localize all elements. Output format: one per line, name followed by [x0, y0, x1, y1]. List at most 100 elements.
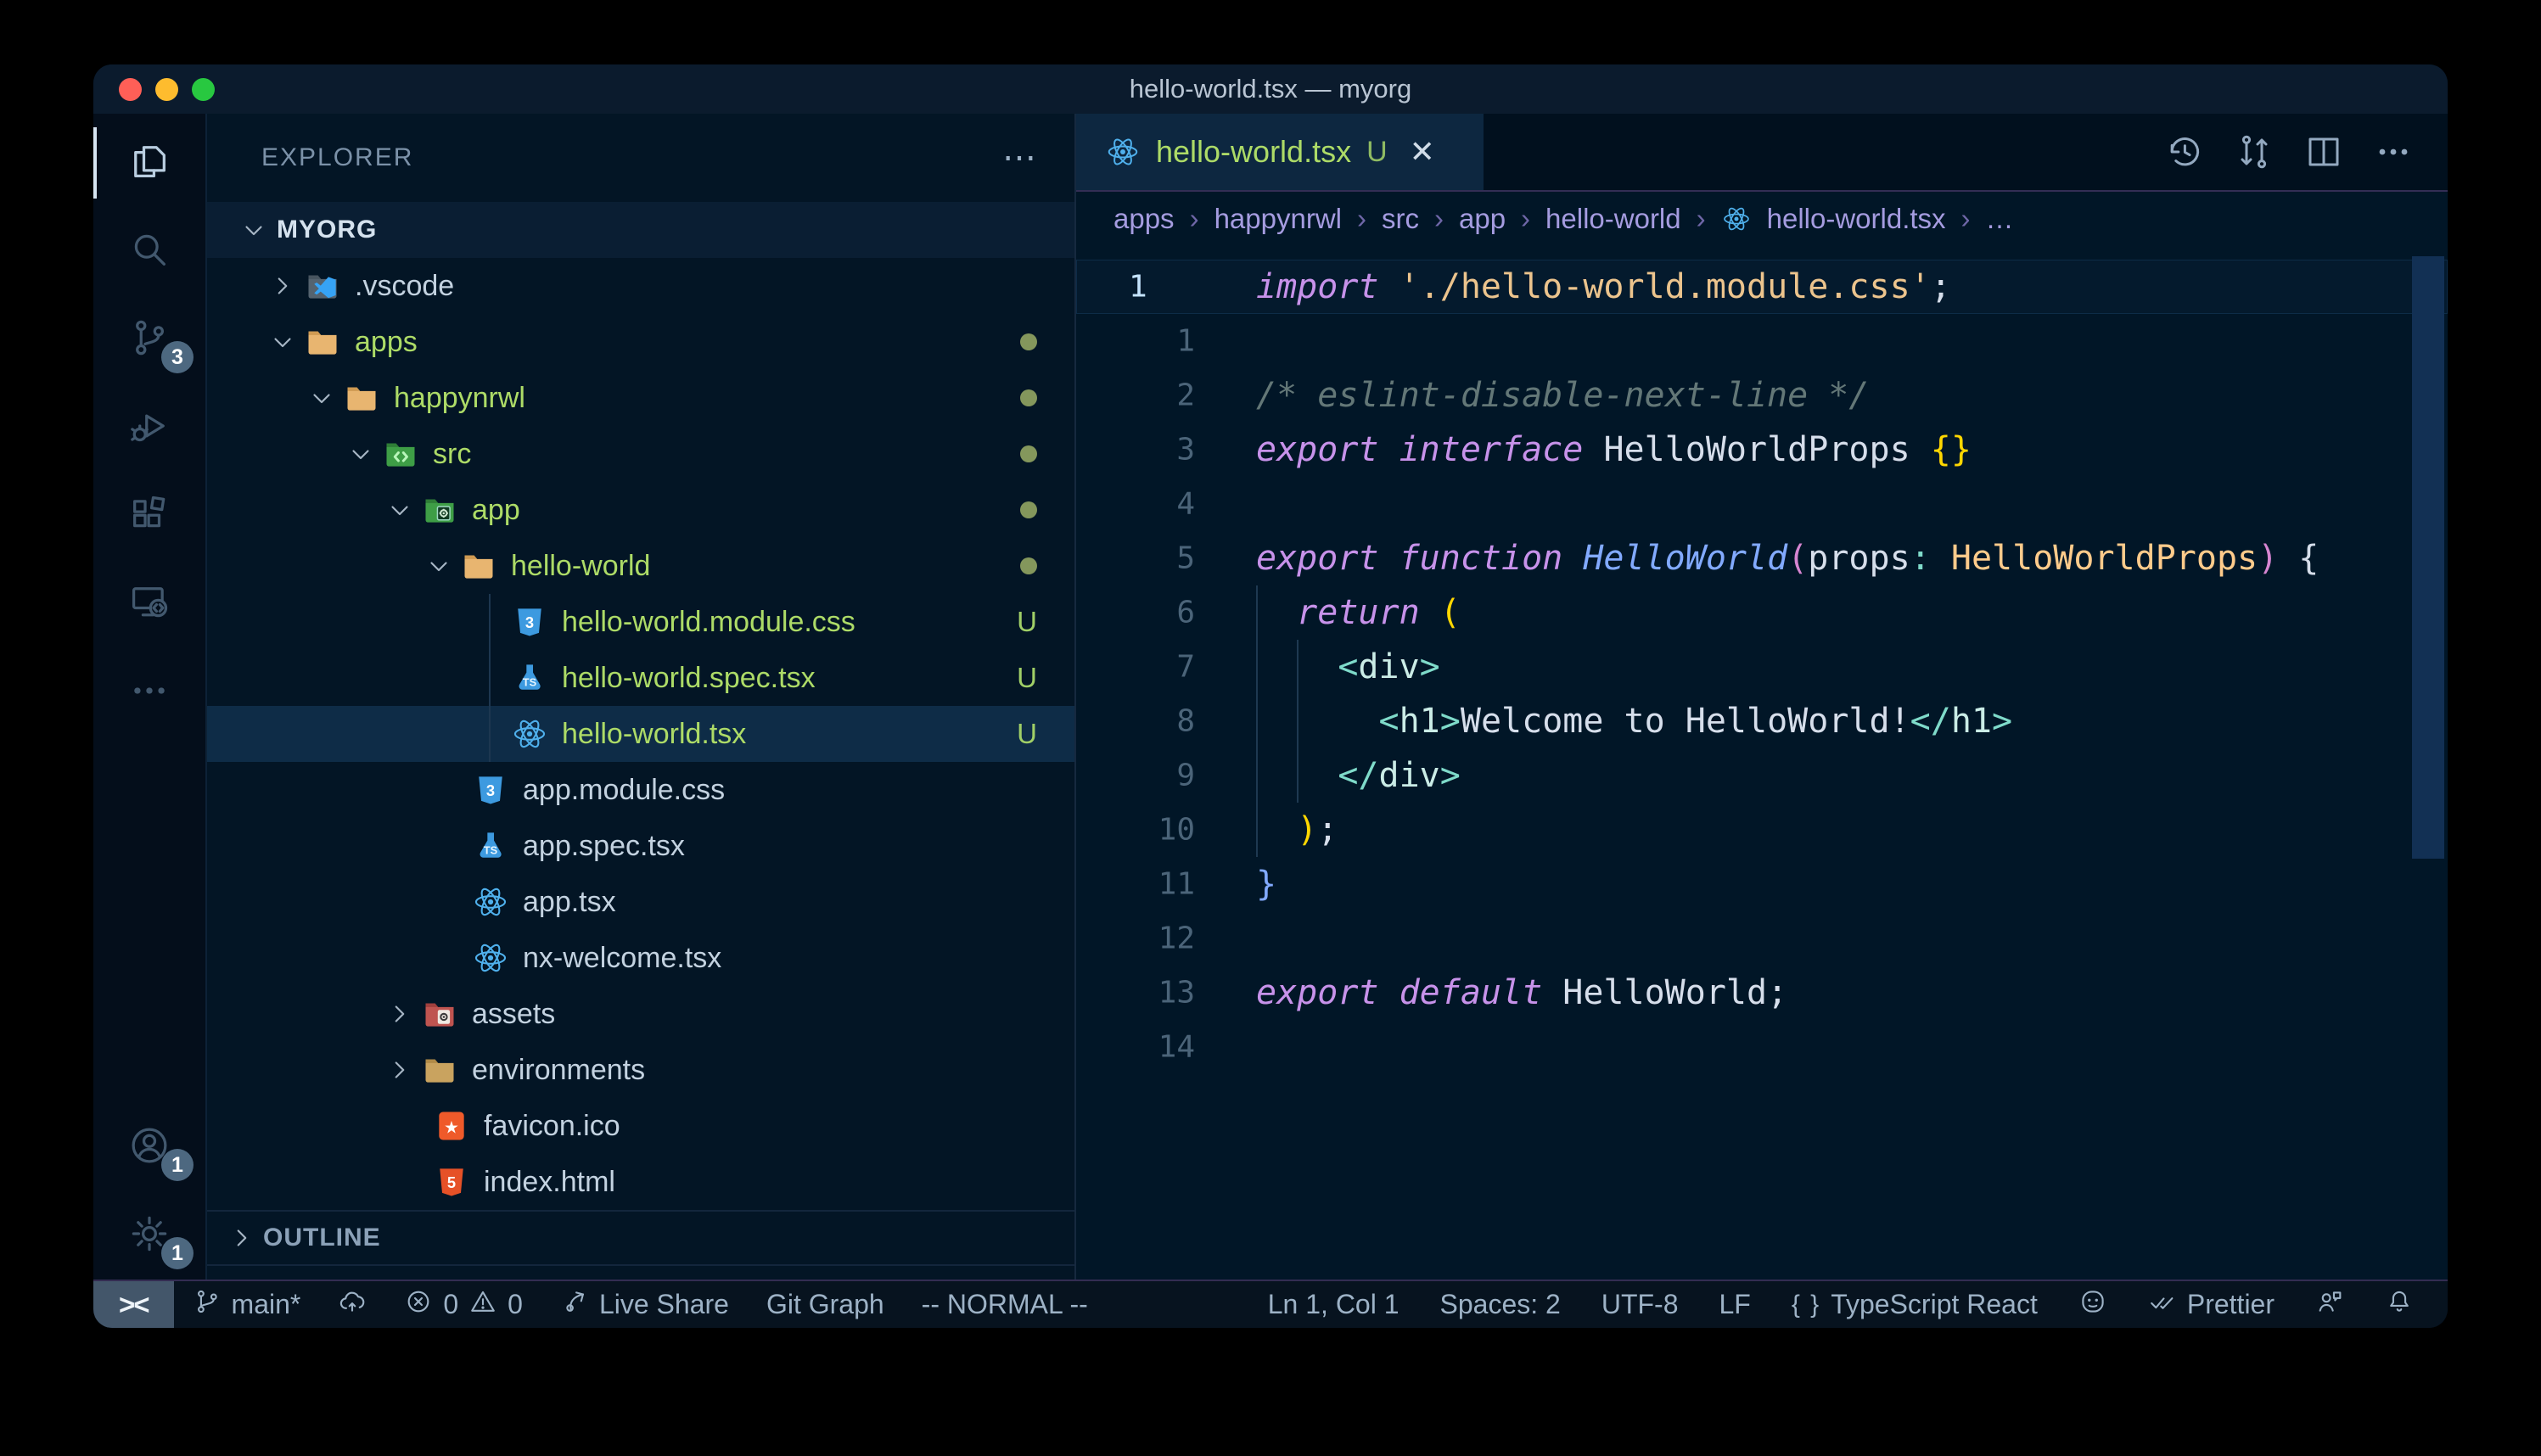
breadcrumb-hello-world.tsx[interactable]: hello-world.tsx: [1767, 203, 1946, 235]
breadcrumb-hello-world[interactable]: hello-world: [1545, 203, 1681, 235]
status-publish[interactable]: [319, 1281, 385, 1328]
status-problems[interactable]: 00: [385, 1281, 541, 1328]
tree-item-index.html[interactable]: 5 index.html: [207, 1154, 1074, 1210]
breadcrumb-apps[interactable]: apps: [1113, 203, 1175, 235]
vscode-window: hello-world.tsx — myorg 3 1 1 EXPLORER ⋯…: [93, 64, 2448, 1328]
code-line: 12: [1076, 911, 2448, 966]
status-indentation[interactable]: Spaces: 2: [1440, 1289, 1561, 1320]
breadcrumb-separator: ›: [1521, 203, 1530, 235]
line-number-gutter: 1: [1076, 260, 1203, 314]
tree-item-app.spec.tsx[interactable]: TS app.spec.tsx: [207, 818, 1074, 874]
workspace-name: MYORG: [277, 216, 377, 244]
activity-source-control[interactable]: 3: [93, 295, 205, 384]
tree-item-apps[interactable]: apps: [207, 314, 1074, 370]
untracked-badge: U: [1017, 606, 1037, 638]
tree-item-.vscode[interactable]: .vscode: [207, 258, 1074, 314]
modified-dot-badge: [1020, 501, 1037, 518]
status-git-branch[interactable]: main*: [174, 1281, 320, 1328]
editor-scrollbar[interactable]: [2412, 256, 2444, 859]
cloud-icon: [338, 1287, 367, 1323]
tree-item-label: hello-world.module.css: [562, 606, 855, 639]
breadcrumb-symbol[interactable]: …: [1986, 203, 2014, 235]
activity-accounts[interactable]: 1: [93, 1103, 205, 1191]
tree-item-app.tsx[interactable]: app.tsx: [207, 874, 1074, 930]
breadcrumb-app[interactable]: app: [1459, 203, 1506, 235]
tree-item-label: app.module.css: [523, 774, 725, 807]
close-tab-icon[interactable]: ✕: [1410, 134, 1435, 170]
open-timeline-button[interactable]: [2164, 132, 2205, 172]
tree-item-app[interactable]: app: [207, 482, 1074, 538]
tree-item-label: hello-world: [511, 550, 650, 583]
code-line: 1: [1076, 314, 2448, 368]
activity-settings[interactable]: 1: [93, 1191, 205, 1280]
tree-item-hello-world.tsx[interactable]: hello-world.tsxU: [207, 706, 1074, 762]
activity-extensions[interactable]: [93, 472, 205, 560]
more-actions-button[interactable]: [2373, 132, 2414, 172]
tree-item-hello-world.spec.tsx[interactable]: TS hello-world.spec.tsxU: [207, 650, 1074, 706]
status-live-share[interactable]: Live Share: [541, 1281, 748, 1328]
tree-item-favicon.ico[interactable]: ★ favicon.ico: [207, 1098, 1074, 1154]
breadcrumb-happynrwl[interactable]: happynrwl: [1214, 203, 1342, 235]
checkall-icon: [2148, 1287, 2177, 1323]
explorer-more-actions-button[interactable]: ⋯: [1002, 149, 1039, 166]
line-number-gutter: 12: [1076, 911, 1203, 966]
line-number-gutter: 8: [1076, 694, 1203, 748]
tab-hello-world-tsx[interactable]: hello-world.tsx U ✕: [1076, 114, 1484, 190]
tree-item-label: assets: [472, 998, 555, 1031]
code-line: 1 import './hello-world.module.css';: [1076, 260, 2448, 314]
braces-icon: { }: [1792, 1291, 1820, 1319]
workspace-root-row[interactable]: MYORG: [207, 202, 1074, 258]
explorer-header: EXPLORER ⋯: [207, 114, 1074, 202]
status-notifications[interactable]: [2385, 1287, 2414, 1323]
tree-item-hello-world.module.css[interactable]: 3 hello-world.module.cssU: [207, 594, 1074, 650]
line-number-gutter: 10: [1076, 803, 1203, 857]
code-line: 13 export default HelloWorld;: [1076, 966, 2448, 1020]
tree-item-hello-world[interactable]: hello-world: [207, 538, 1074, 594]
activity-run-and-debug[interactable]: [93, 384, 205, 472]
liveshare-icon: [560, 1287, 589, 1323]
status-eol[interactable]: LF: [1719, 1289, 1750, 1320]
status-language-mode[interactable]: { }TypeScript React: [1792, 1289, 2038, 1320]
code-line: 7 <div>: [1076, 640, 2448, 694]
tree-item-label: app: [472, 494, 520, 527]
tree-item-happynrwl[interactable]: happynrwl: [207, 370, 1074, 426]
status-vim-mode[interactable]: -- NORMAL --: [903, 1281, 1107, 1328]
tree-item-label: nx-welcome.tsx: [523, 942, 721, 975]
close-window-button[interactable]: [119, 78, 142, 101]
status-encoding[interactable]: UTF-8: [1601, 1289, 1679, 1320]
status-git-graph[interactable]: Git Graph: [748, 1281, 903, 1328]
minimize-window-button[interactable]: [155, 78, 178, 101]
activity-remote-explorer[interactable]: [93, 560, 205, 648]
tab-untracked-badge: U: [1366, 136, 1388, 169]
favicon-icon: ★: [433, 1107, 470, 1145]
status-github[interactable]: [2078, 1287, 2107, 1323]
status-feedback[interactable]: [2315, 1287, 2344, 1323]
tree-item-assets[interactable]: assets: [207, 986, 1074, 1042]
zoom-window-button[interactable]: [192, 78, 215, 101]
react-icon: [472, 939, 509, 977]
tree-item-nx-welcome.tsx[interactable]: nx-welcome.tsx: [207, 930, 1074, 986]
section-label: OUTLINE: [263, 1224, 381, 1252]
status-prettier[interactable]: Prettier: [2148, 1287, 2275, 1323]
breadcrumb-src[interactable]: src: [1382, 203, 1419, 235]
window-title: hello-world.tsx — myorg: [1130, 74, 1411, 104]
open-changes-button[interactable]: [2234, 132, 2275, 172]
explorer-sidebar: EXPLORER ⋯ MYORG .vscode apps happynrwl …: [207, 114, 1076, 1280]
code-editor[interactable]: 1 import './hello-world.module.css'; 1 2…: [1076, 246, 2448, 1280]
split-editor-button[interactable]: [2303, 132, 2344, 172]
activity-search[interactable]: [93, 207, 205, 295]
line-number-gutter: 1: [1076, 314, 1203, 368]
tree-item-environments[interactable]: environments: [207, 1042, 1074, 1098]
tree-item-label: src: [433, 438, 471, 471]
html-icon: 5: [433, 1163, 470, 1201]
tree-item-src[interactable]: src: [207, 426, 1074, 482]
tree-item-label: app.tsx: [523, 886, 616, 919]
activity-explorer[interactable]: [93, 119, 205, 207]
status-remote-indicator[interactable]: ><: [93, 1281, 174, 1328]
activity-more-views[interactable]: [93, 648, 205, 736]
status-cursor-position[interactable]: Ln 1, Col 1: [1268, 1289, 1400, 1320]
untracked-badge: U: [1017, 718, 1037, 750]
tree-item-app.module.css[interactable]: 3 app.module.css: [207, 762, 1074, 818]
line-number-gutter: 4: [1076, 477, 1203, 531]
section-outline[interactable]: OUTLINE: [207, 1210, 1074, 1264]
